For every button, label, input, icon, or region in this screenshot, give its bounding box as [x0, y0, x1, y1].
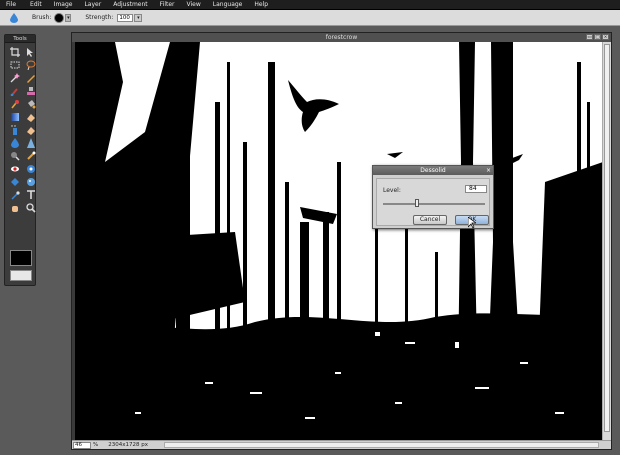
magic-wand-icon [10, 73, 20, 83]
background-color-swatch[interactable] [10, 270, 32, 281]
forest-image [75, 42, 603, 440]
foreground-color-swatch[interactable] [10, 250, 32, 266]
tool-button-hand[interactable] [8, 202, 21, 214]
tool-button-sharpen[interactable] [24, 137, 37, 149]
drop-icon [10, 138, 19, 148]
tools-title: Tools [5, 35, 35, 43]
tool-button-color-picker[interactable] [8, 189, 21, 201]
menu-image[interactable]: Image [54, 1, 73, 8]
document-title: forestcrow [72, 33, 611, 42]
tool-button-sponge[interactable] [24, 176, 37, 188]
tool-button-burn[interactable] [8, 150, 21, 162]
menu-help[interactable]: Help [254, 1, 268, 8]
menubar: File Edit Image Layer Adjustment Filter … [0, 0, 620, 10]
tools-panel: Tools [4, 34, 36, 286]
spray-icon [10, 125, 17, 135]
level-slider-track[interactable] [383, 203, 485, 205]
tool-button-clone-stamp[interactable] [24, 85, 37, 97]
window-buttons: ▭ □ × [586, 34, 609, 40]
color-picker-icon [10, 191, 20, 200]
menu-filter[interactable]: Filter [160, 1, 175, 8]
tool-button-pinch[interactable] [24, 163, 37, 175]
tool-button-move[interactable] [24, 46, 37, 58]
hand-icon [11, 206, 18, 212]
tool-button-magic-wand[interactable] [8, 72, 21, 84]
horizontal-scrollbar[interactable] [163, 442, 599, 448]
gradient-icon [10, 113, 19, 121]
strength-input[interactable]: 100 [117, 13, 134, 22]
brush-dropdown[interactable]: ▾ [65, 13, 72, 22]
tool-button-gradient[interactable] [8, 111, 21, 123]
tool-button-type[interactable] [24, 189, 37, 201]
menu-file[interactable]: File [6, 1, 16, 8]
eraser-icon [26, 114, 35, 122]
dodge-icon [26, 151, 35, 160]
pinch-icon [26, 165, 35, 173]
tool-button-dodge[interactable] [24, 150, 37, 162]
level-label: Level: [383, 187, 401, 194]
tool-button-eraser[interactable] [24, 111, 37, 123]
menu-edit[interactable]: Edit [30, 1, 42, 8]
options-bar: Brush: ▾ Strength: 100 ▾ [0, 10, 620, 26]
type-icon [26, 190, 35, 199]
zoom-input[interactable]: 46 [73, 441, 91, 449]
close-window-button[interactable]: × [602, 34, 609, 40]
zoom-unit: % [93, 442, 99, 448]
dialog-title: Dessolid [373, 166, 493, 175]
level-slider-handle[interactable] [414, 199, 419, 207]
cancel-button[interactable]: Cancel [413, 215, 447, 225]
tool-button-lasso[interactable] [24, 59, 37, 71]
tool-button-red-eye[interactable] [8, 163, 21, 175]
sponge-icon [26, 178, 35, 186]
clone-stamp-icon [26, 87, 35, 95]
lasso-icon [26, 60, 35, 70]
strength-dropdown[interactable]: ▾ [134, 13, 143, 22]
vertical-scroll-thumb[interactable] [604, 44, 610, 432]
maximize-button[interactable]: □ [594, 34, 601, 40]
eraser-icon [26, 127, 35, 135]
tool-button-zoom[interactable] [24, 202, 37, 214]
menu-language[interactable]: Language [213, 1, 243, 8]
tool-button-brush[interactable] [8, 85, 21, 97]
tools-grid [5, 43, 37, 214]
paint-bucket-icon [27, 100, 35, 109]
zoom-icon [25, 203, 36, 213]
tool-button-eraser[interactable] [24, 124, 37, 136]
menu-layer[interactable]: Layer [84, 1, 101, 8]
move-icon [26, 48, 33, 57]
tool-button-spray[interactable] [8, 124, 21, 136]
tool-button-color-replace[interactable] [8, 98, 21, 110]
strength-label: Strength: [85, 14, 114, 21]
tool-button-paint-bucket[interactable] [24, 98, 37, 110]
drop-tool-icon [10, 12, 18, 23]
sharpen-icon [26, 138, 35, 148]
tool-button-marquee-select[interactable] [8, 59, 21, 71]
image-canvas[interactable] [75, 42, 603, 440]
marquee-select-icon [10, 61, 19, 69]
pencil-icon [26, 75, 35, 83]
image-dimensions: 2304x1728 px [108, 442, 148, 448]
tool-button-bloat[interactable] [8, 176, 21, 188]
brush-icon [10, 88, 18, 96]
brush-preview[interactable] [54, 12, 65, 23]
red-eye-icon [10, 166, 19, 172]
brush-label: Brush: [32, 14, 52, 21]
document-statusbar: 46 % 2304x1728 px [72, 440, 611, 449]
mouse-cursor-icon [468, 217, 476, 229]
document-window: forestcrow ▭ □ × 46 % 2304x1728 px [71, 32, 612, 450]
level-input[interactable]: 84 [465, 185, 487, 193]
menu-adjustment[interactable]: Adjustment [113, 1, 147, 8]
minimize-button[interactable]: ▭ [586, 34, 593, 40]
vertical-scrollbar[interactable] [602, 42, 611, 440]
tool-button-drop[interactable] [8, 137, 21, 149]
color-replace-icon [10, 100, 19, 109]
bloat-icon [10, 178, 19, 186]
menu-view[interactable]: View [187, 1, 201, 8]
tool-button-crop[interactable] [8, 46, 21, 58]
dialog-close-button[interactable]: × [486, 167, 491, 174]
tool-button-pencil[interactable] [24, 72, 37, 84]
crop-icon [9, 47, 20, 57]
burn-icon [10, 152, 20, 161]
